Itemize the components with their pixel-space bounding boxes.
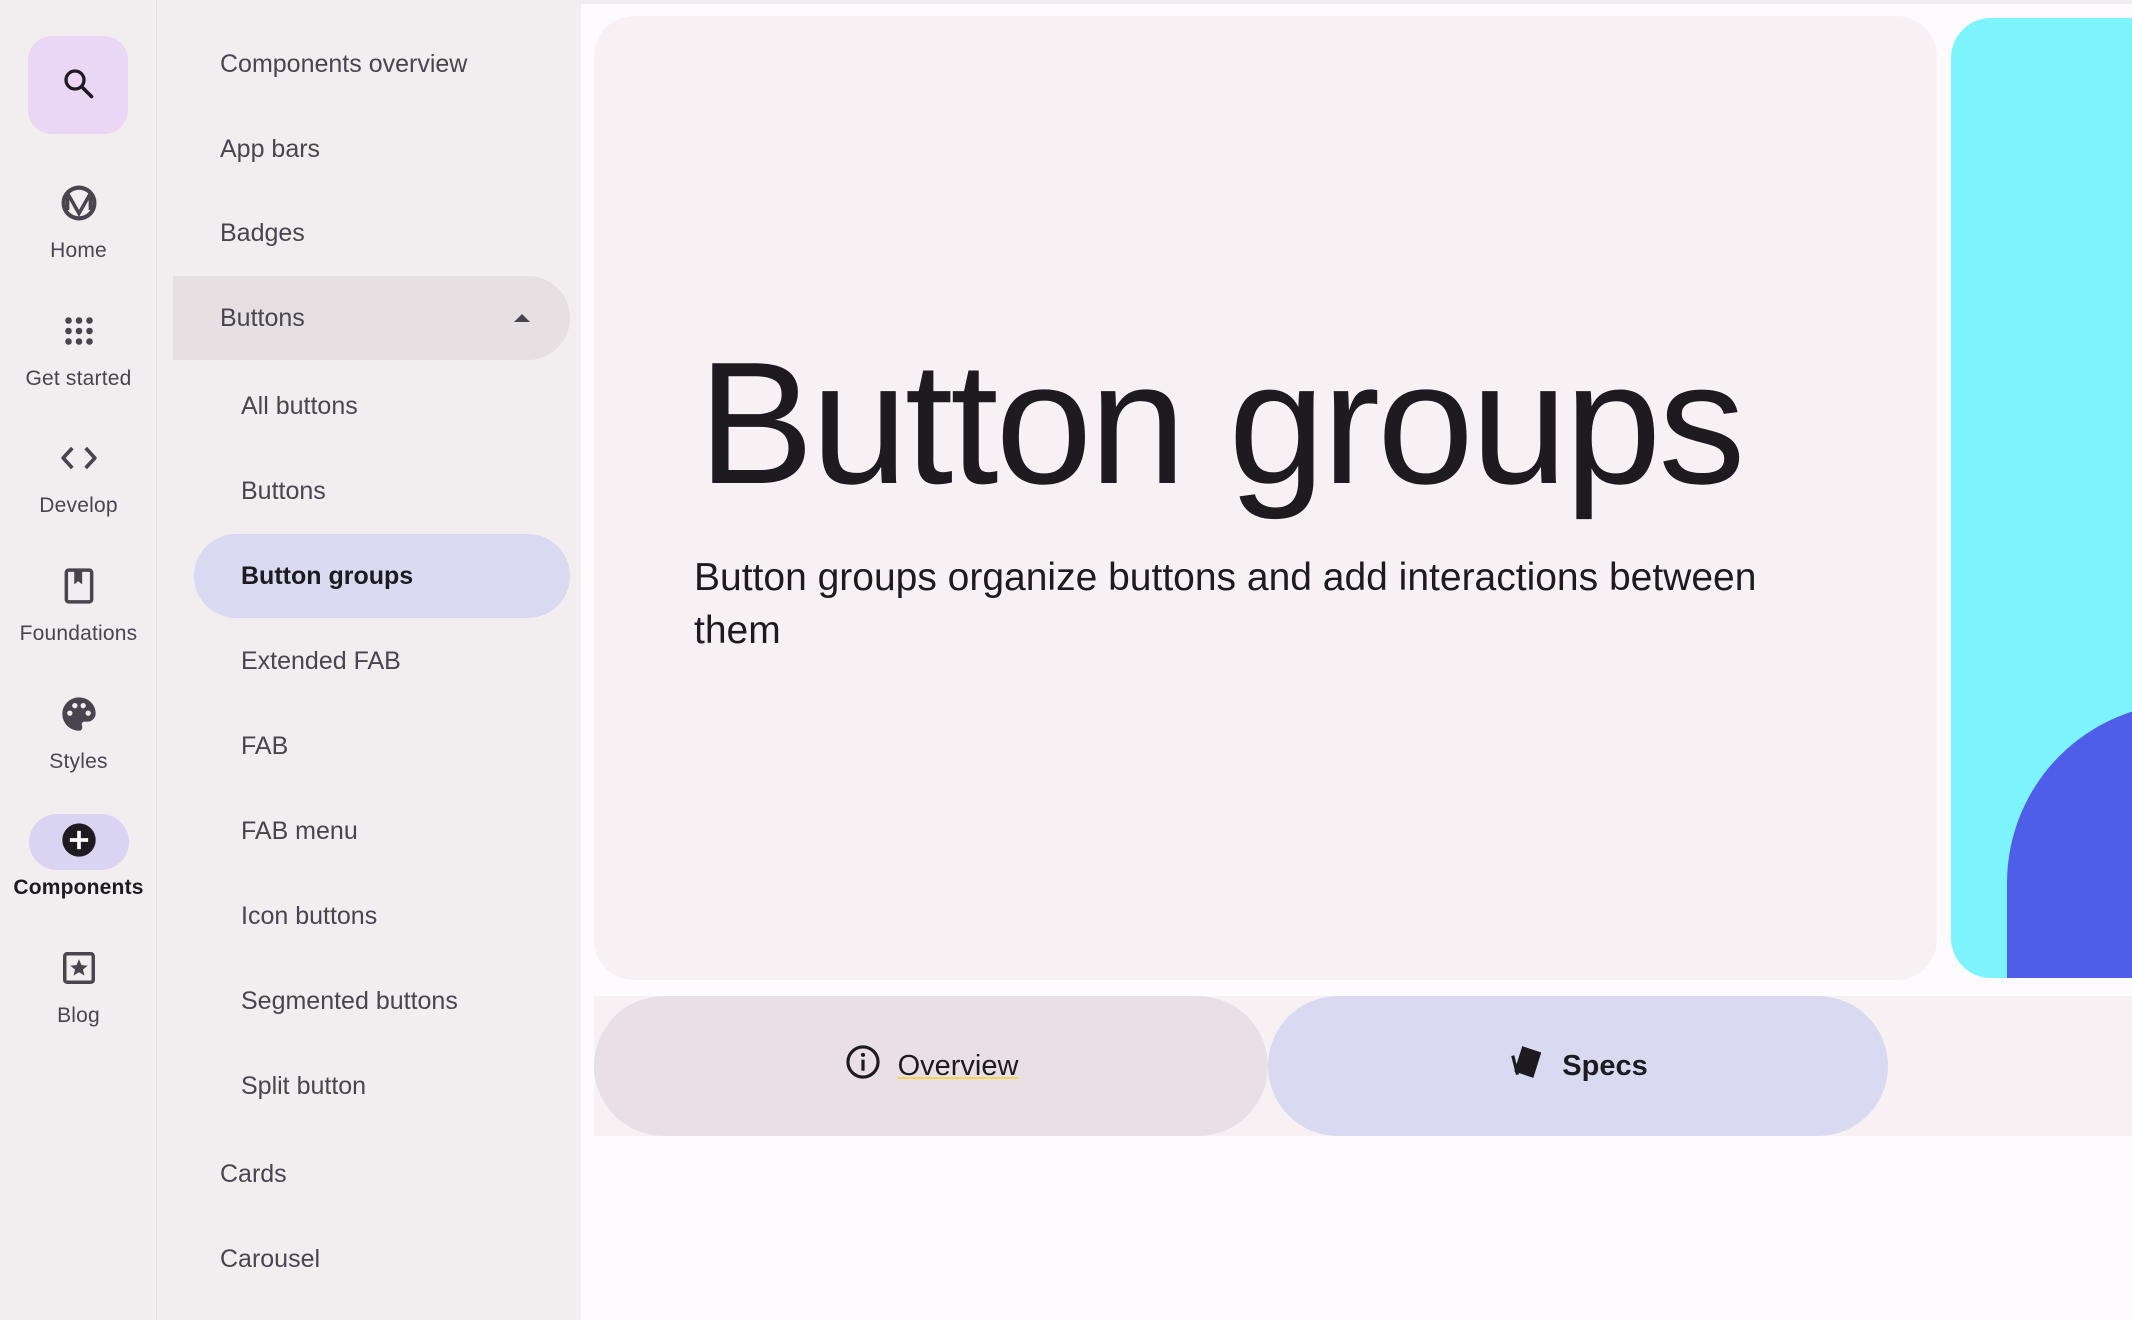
nav-item-label: FAB: [241, 731, 289, 760]
apps-grid-icon: [61, 313, 97, 354]
nav-item-label: Badges: [220, 218, 305, 247]
rail-item-label: Components: [13, 876, 144, 899]
page-tabs: Overview Specs: [594, 996, 2132, 1136]
nav-item-label: FAB menu: [241, 816, 358, 845]
material-logo-icon: [58, 182, 100, 229]
tab-specs[interactable]: Specs: [1268, 996, 1888, 1136]
top-divider: [581, 0, 2132, 4]
chevron-up-icon[interactable]: [514, 314, 530, 322]
nav-item-label: Button groups: [241, 561, 414, 590]
nav-item-label: Extended FAB: [241, 646, 401, 675]
specs-icon: [1508, 1043, 1546, 1089]
rail-item-label: Get started: [25, 367, 132, 390]
search-icon: [60, 65, 96, 106]
palette-icon: [59, 694, 99, 739]
nav-item-buttons-group[interactable]: Buttons: [173, 276, 570, 360]
hero-illustration: [1951, 18, 2132, 978]
info-icon: [844, 1043, 882, 1089]
rail-item-components[interactable]: Components: [0, 814, 157, 900]
nav-item-carousel[interactable]: Carousel: [173, 1217, 718, 1301]
nav-item-cards[interactable]: Cards: [173, 1132, 718, 1216]
rail-item-blog[interactable]: Blog: [0, 942, 157, 1028]
page-title: Button groups: [698, 325, 1745, 520]
add-circle-icon: [59, 820, 99, 865]
search-button[interactable]: [28, 36, 128, 134]
rail-item-label: Home: [50, 239, 107, 262]
tab-label: Specs: [1562, 1049, 1648, 1082]
rail-item-home[interactable]: Home: [0, 177, 157, 263]
nav-item-label: All buttons: [241, 391, 358, 420]
rail-item-styles[interactable]: Styles: [0, 688, 157, 774]
rail-item-label: Blog: [57, 1004, 100, 1027]
illustration-shape: [2007, 703, 2132, 978]
rail-item-foundations[interactable]: Foundations: [0, 560, 157, 646]
nav-item-label: Buttons: [241, 476, 326, 505]
components-nav-list: Components overview App bars Badges Butt…: [157, 0, 581, 1320]
nav-item-label: App bars: [220, 134, 321, 163]
rail-item-develop[interactable]: Develop: [0, 432, 157, 518]
nav-item-label: Segmented buttons: [241, 986, 458, 1015]
nav-item-label: Components overview: [220, 49, 468, 78]
code-icon: [59, 438, 99, 483]
nav-item-label: Cards: [220, 1159, 287, 1188]
rail-indicator: [29, 942, 129, 998]
navigation-rail: Home Get started Develop Foundations Sty…: [0, 0, 157, 1320]
nav-item-label: Carousel: [220, 1244, 321, 1273]
page-subtitle: Button groups organize buttons and add i…: [694, 556, 1757, 652]
rail-indicator: [29, 432, 129, 488]
rail-indicator: [29, 177, 129, 233]
nav-item-button-groups[interactable]: Button groups: [194, 534, 570, 618]
rail-item-get-started[interactable]: Get started: [0, 305, 157, 391]
tab-overview[interactable]: Overview: [594, 996, 1268, 1136]
rail-item-label: Foundations: [19, 622, 138, 645]
rail-indicator: [29, 560, 129, 616]
rail-item-label: Develop: [39, 494, 118, 517]
nav-item-label: Buttons: [220, 303, 305, 332]
nav-item-label: Icon buttons: [241, 901, 378, 930]
tab-label: Overview: [897, 1049, 1019, 1082]
rail-indicator: [29, 305, 129, 361]
rail-indicator: [28, 814, 129, 870]
star-box-icon: [60, 949, 98, 992]
rail-item-label: Styles: [49, 750, 108, 773]
rail-indicator: [29, 688, 129, 744]
bookmark-icon: [60, 567, 98, 610]
nav-item-label: Split button: [241, 1071, 367, 1100]
hero-card: Button groups Button groups organize but…: [594, 16, 1937, 980]
